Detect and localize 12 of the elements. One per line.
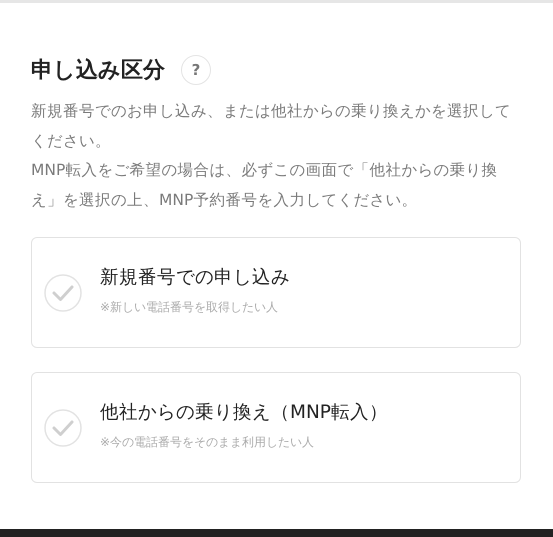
description-text: MNP転入をご希望の場合は、必ずこの画面で「他社からの乗り換え」を選択の上、MNP予約番号を入力してください。	[31, 160, 498, 210]
option-note: ※今の電話番号をそのまま利用したい人	[100, 434, 316, 450]
checkbox[interactable]	[44, 408, 82, 446]
description-text: 新規番号でのお申し込み、または他社からの乗り換えかを選択してください。	[31, 101, 512, 152]
option-label: 他社からの乗り換え（MNP転入）	[100, 400, 388, 424]
help-button[interactable]: ?	[181, 55, 211, 85]
option-label: 新規番号での申し込み	[100, 266, 290, 288]
section-title: 申し込み区分	[31, 57, 165, 85]
option-card[interactable]: 他社からの乗り換え（MNP転入） ※今の電話番号をそのまま利用したい人	[31, 372, 521, 483]
checkbox[interactable]	[44, 274, 82, 312]
option-note: ※新しい電話番号を取得したい人	[100, 298, 280, 316]
option-card[interactable]: 新規番号での申し込み ※新しい電話番号を取得したい人	[31, 237, 521, 348]
